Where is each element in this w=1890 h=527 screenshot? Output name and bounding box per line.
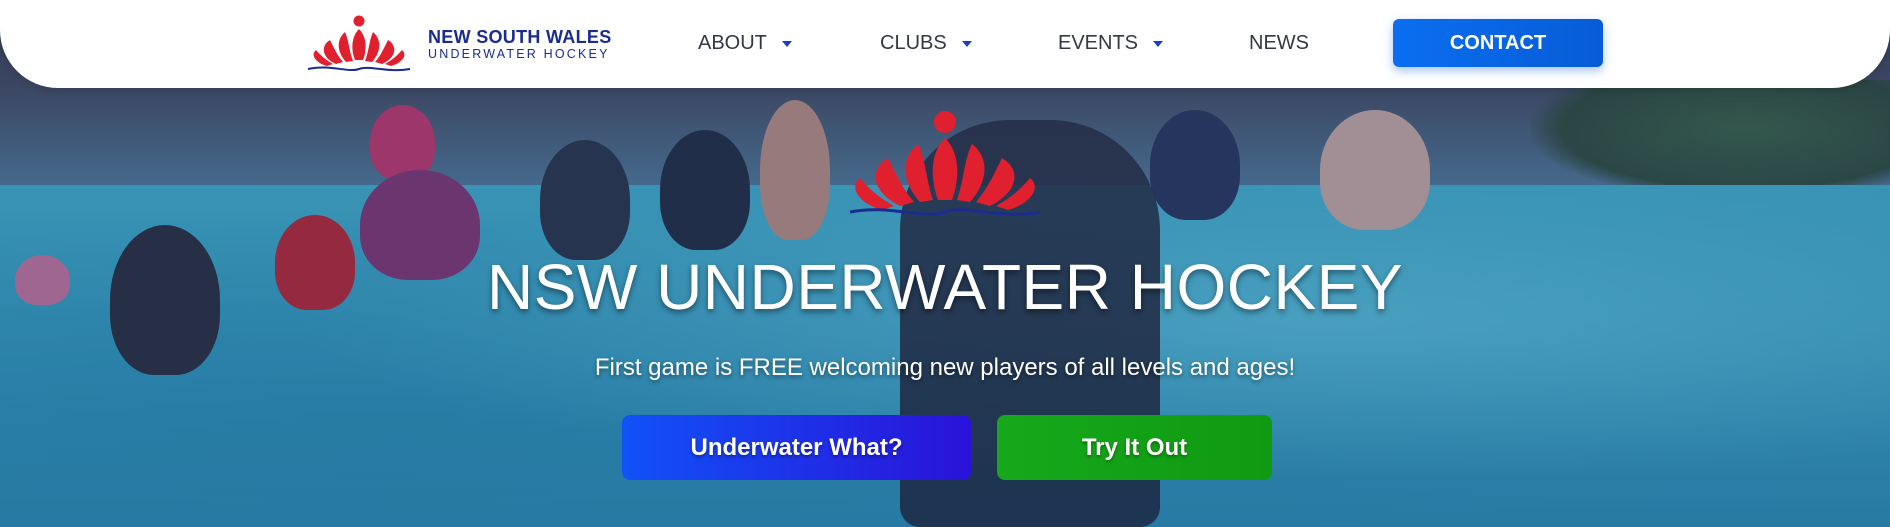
logo-line-2: UNDERWATER HOCKEY bbox=[428, 47, 610, 61]
nav-item-about[interactable]: ABOUT bbox=[698, 28, 792, 58]
logo-text: NEW SOUTH WALES UNDERWATER HOCKEY bbox=[428, 27, 612, 61]
site-header: NEW SOUTH WALES UNDERWATER HOCKEY ABOUT … bbox=[0, 0, 1890, 88]
try-it-out-button[interactable]: Try It Out bbox=[997, 415, 1272, 480]
hero-subtitle: First game is FREE welcoming new players… bbox=[594, 354, 1296, 381]
fan-shell-logo-icon bbox=[307, 15, 411, 72]
hero-title: NSW UNDERWATER HOCKEY bbox=[486, 251, 1404, 323]
underwater-what-button[interactable]: Underwater What? bbox=[622, 415, 971, 480]
logo-line-1: NEW SOUTH WALES bbox=[428, 27, 612, 47]
nav-item-news[interactable]: NEWS bbox=[1249, 28, 1309, 58]
caret-down-icon bbox=[781, 41, 792, 47]
caret-down-icon bbox=[961, 41, 972, 47]
nav-item-label: ABOUT bbox=[698, 31, 767, 54]
nav-item-label: EVENTS bbox=[1058, 31, 1139, 54]
site-logo[interactable]: NEW SOUTH WALES UNDERWATER HOCKEY bbox=[300, 14, 630, 74]
hero-logo-icon bbox=[849, 111, 1041, 216]
nav-item-label: NEWS bbox=[1249, 31, 1309, 54]
nav-item-events[interactable]: EVENTS bbox=[1058, 28, 1164, 58]
nav-item-label: CLUBS bbox=[880, 31, 947, 54]
caret-down-icon bbox=[1153, 41, 1164, 47]
contact-button[interactable]: CONTACT bbox=[1393, 19, 1603, 67]
nav-item-clubs[interactable]: CLUBS bbox=[880, 28, 972, 58]
